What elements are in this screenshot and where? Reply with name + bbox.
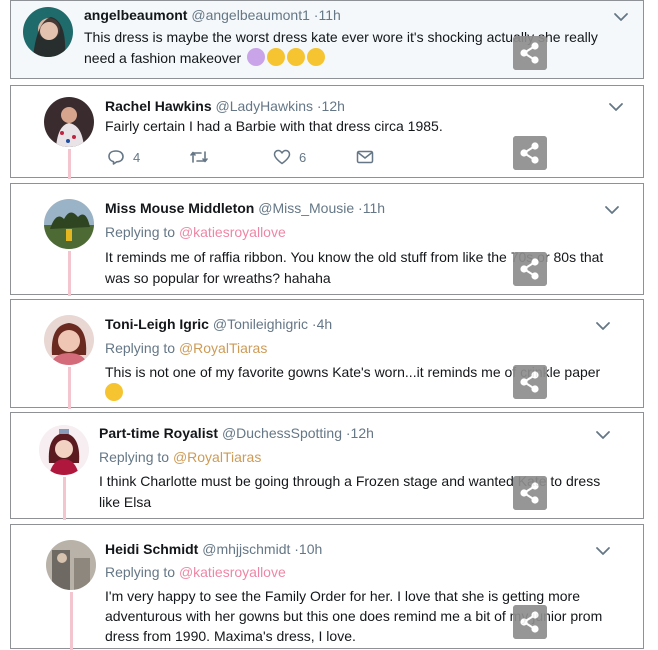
timestamp[interactable]: ·12h xyxy=(346,425,374,441)
replying-to-label: Replying to xyxy=(105,340,176,356)
share-icon[interactable] xyxy=(513,476,547,510)
thread-line xyxy=(70,592,73,650)
avatar[interactable] xyxy=(44,199,94,249)
chevron-down-icon[interactable] xyxy=(608,101,624,113)
timestamp[interactable]: ·10h xyxy=(294,541,322,557)
face-screaming-emoji xyxy=(267,48,286,66)
tweet-card[interactable]: Heidi Schmidt @mhjjschmidt ·10h Replying… xyxy=(10,524,644,650)
retweet-icon[interactable] xyxy=(189,149,209,165)
thread-line xyxy=(68,149,71,179)
author-handle[interactable]: @mhjjschmidt xyxy=(202,541,290,557)
tweet-text: Fairly certain I had a Barbie with that … xyxy=(105,118,443,134)
author-name[interactable]: Part-time Royalist xyxy=(99,425,218,441)
author-name[interactable]: angelbeaumont xyxy=(84,7,187,23)
author-handle[interactable]: @Tonileighigric xyxy=(213,316,308,332)
tweet-header: Heidi Schmidt @mhjjschmidt ·10h xyxy=(105,540,322,558)
author-name[interactable]: Heidi Schmidt xyxy=(105,541,198,557)
tweet-card[interactable]: Rachel Hawkins @LadyHawkins ·12h Fairly … xyxy=(10,85,644,179)
replying-to-label: Replying to xyxy=(105,224,176,240)
face-screaming-emoji xyxy=(307,48,326,66)
replying-to: Replying to @RoyalTiaras xyxy=(105,339,267,357)
like-count: 6 xyxy=(299,149,307,165)
woman-facepalming-emoji xyxy=(247,48,266,66)
envelope-icon[interactable] xyxy=(356,149,374,165)
share-icon[interactable] xyxy=(513,36,547,70)
relieved-face-emoji xyxy=(105,383,123,401)
share-icon[interactable] xyxy=(513,136,547,170)
chevron-down-icon[interactable] xyxy=(595,545,611,557)
author-handle[interactable]: @Miss_Mousie xyxy=(258,200,354,216)
avatar[interactable] xyxy=(44,315,94,365)
avatar[interactable] xyxy=(39,425,89,475)
reply-action[interactable]: 4 xyxy=(107,149,140,165)
replying-to-label: Replying to xyxy=(99,449,170,465)
tweet-header: Rachel Hawkins @LadyHawkins ·12h xyxy=(105,97,345,115)
thread-line xyxy=(68,251,71,296)
tweet-card[interactable]: Part-time Royalist @DuchessSpotting ·12h… xyxy=(10,412,644,520)
avatar[interactable] xyxy=(44,97,94,147)
avatar[interactable] xyxy=(23,7,73,57)
tweet-card[interactable]: Miss Mouse Middleton @Miss_Mousie ·11h R… xyxy=(10,183,644,296)
timestamp[interactable]: ·4h xyxy=(312,316,332,332)
replying-to-handle[interactable]: @katiesroyallove xyxy=(179,224,286,240)
share-icon[interactable] xyxy=(513,605,547,639)
author-handle[interactable]: @DuchessSpotting xyxy=(222,425,342,441)
share-icon[interactable] xyxy=(513,365,547,399)
tweet-header: Toni-Leigh Igric @Tonileighigric ·4h xyxy=(105,315,332,333)
chevron-down-icon[interactable] xyxy=(595,429,611,441)
author-name[interactable]: Rachel Hawkins xyxy=(105,98,212,114)
chevron-down-icon[interactable] xyxy=(604,204,620,216)
tweet-card[interactable]: Toni-Leigh Igric @Tonileighigric ·4h Rep… xyxy=(10,299,644,409)
replying-to-handle[interactable]: @RoyalTiaras xyxy=(179,340,267,356)
chevron-down-icon[interactable] xyxy=(595,320,611,332)
replying-to-handle[interactable]: @katiesroyallove xyxy=(179,564,286,580)
reply-count: 4 xyxy=(133,149,141,165)
timestamp[interactable]: ·12h xyxy=(317,98,345,114)
replying-to-handle[interactable]: @RoyalTiaras xyxy=(173,449,261,465)
retweet-action[interactable] xyxy=(189,149,217,165)
tweet-header: Miss Mouse Middleton @Miss_Mousie ·11h xyxy=(105,199,385,217)
like-action[interactable]: 6 xyxy=(273,149,306,165)
reply-icon[interactable] xyxy=(107,149,125,165)
author-handle[interactable]: @angelbeaumont1 xyxy=(191,7,310,23)
share-icon[interactable] xyxy=(513,252,547,286)
message-action[interactable] xyxy=(356,149,374,165)
tweet-text: This dress is maybe the worst dress kate… xyxy=(84,27,632,69)
heart-icon[interactable] xyxy=(273,149,291,165)
avatar[interactable] xyxy=(46,540,96,590)
replying-to: Replying to @katiesroyallove xyxy=(105,223,286,241)
tweet-header: angelbeaumont @angelbeaumont1 ·11h xyxy=(84,6,341,24)
tweet-card[interactable]: angelbeaumont @angelbeaumont1 ·11h This … xyxy=(10,0,644,79)
author-name[interactable]: Toni-Leigh Igric xyxy=(105,316,209,332)
replying-to-label: Replying to xyxy=(105,564,176,580)
face-screaming-emoji xyxy=(287,48,306,66)
author-handle[interactable]: @LadyHawkins xyxy=(216,98,313,114)
replying-to: Replying to @RoyalTiaras xyxy=(99,448,261,466)
chevron-down-icon[interactable] xyxy=(613,11,629,23)
thread-line xyxy=(63,477,66,520)
thread-line xyxy=(68,367,71,409)
tweet-header: Part-time Royalist @DuchessSpotting ·12h xyxy=(99,424,374,442)
replying-to: Replying to @katiesroyallove xyxy=(105,563,286,581)
author-name[interactable]: Miss Mouse Middleton xyxy=(105,200,254,216)
timestamp[interactable]: ·11h xyxy=(314,7,341,23)
timestamp[interactable]: ·11h xyxy=(358,200,385,216)
